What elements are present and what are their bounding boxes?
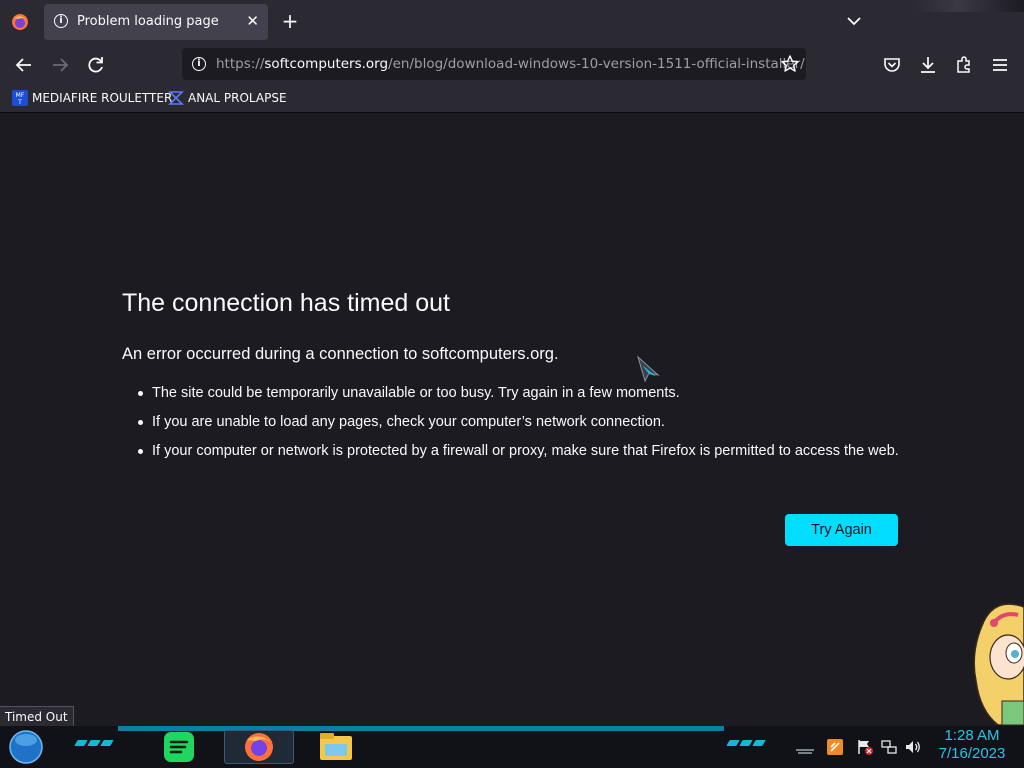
taskbar: 1:28 AM 7/16/2023 <box>0 726 1024 768</box>
url-scheme: https:// <box>216 56 265 72</box>
bookmark-label: MEDIAFIRE ROULETTER <box>32 91 173 105</box>
clock-time: 1:28 AM <box>944 727 1000 744</box>
url-path: /en/blog/download-windows-10-version-151… <box>388 56 805 72</box>
url-bar[interactable]: i https://softcomputers.org/en/blog/down… <box>182 48 806 80</box>
tab-title: Problem loading page <box>77 14 219 29</box>
start-button[interactable] <box>7 729 45 765</box>
tab-active[interactable]: i Problem loading page ✕ <box>44 4 268 40</box>
error-page: The connection has timed out An error oc… <box>0 113 1024 725</box>
chevron-down-icon[interactable] <box>845 12 863 30</box>
back-button[interactable] <box>13 54 35 76</box>
url-host: softcomputers.org <box>264 56 389 72</box>
keyboard-icon[interactable] <box>794 738 816 756</box>
bookmark-anal-prolapse[interactable]: ANAL PROLAPSE <box>168 89 288 107</box>
navigation-toolbar: i https://softcomputers.org/en/blog/down… <box>0 44 1024 84</box>
spotify-icon[interactable] <box>158 730 200 764</box>
taskbar-glow <box>118 726 724 731</box>
taskbar-decoration-left <box>74 740 116 748</box>
cartoon-character-sticker <box>973 603 1024 725</box>
info-icon: i <box>54 14 68 28</box>
new-tab-button[interactable]: + <box>280 10 300 32</box>
app-tray-icon[interactable] <box>826 738 844 756</box>
hamburger-menu-icon[interactable] <box>989 54 1011 76</box>
error-subtitle: An error occurred during a connection to… <box>122 345 559 363</box>
list-item: The site could be temporarily unavailabl… <box>138 383 912 403</box>
bookmark-star-icon[interactable] <box>780 54 800 74</box>
firefox-icon[interactable] <box>11 13 29 31</box>
error-suggestions: The site could be temporarily unavailabl… <box>138 383 912 470</box>
site-info-icon[interactable]: i <box>192 57 206 71</box>
downloads-icon[interactable] <box>917 54 939 76</box>
forward-button[interactable] <box>49 54 71 76</box>
status-panel: Timed Out <box>0 706 74 728</box>
network-icon[interactable] <box>880 738 898 756</box>
bookmark-mediafire[interactable]: MF T MEDIAFIRE ROULETTER <box>12 89 172 107</box>
tab-close-button[interactable]: ✕ <box>246 12 259 30</box>
firefox-icon[interactable] <box>238 730 280 764</box>
sigma-icon <box>168 91 184 105</box>
url-text[interactable]: https://softcomputers.org/en/blog/downlo… <box>216 56 805 72</box>
tab-strip: i Problem loading page ✕ + <box>0 0 1024 44</box>
mediafire-icon: MF T <box>12 90 28 106</box>
svg-text:MF: MF <box>16 92 25 99</box>
reload-button[interactable] <box>85 54 107 76</box>
volume-icon[interactable] <box>904 738 922 756</box>
system-clock[interactable]: 1:28 AM 7/16/2023 <box>928 727 1016 763</box>
file-explorer-icon[interactable] <box>315 730 357 764</box>
try-again-button[interactable]: Try Again <box>785 514 898 546</box>
svg-text:T: T <box>17 99 22 106</box>
error-title: The connection has timed out <box>122 289 450 317</box>
taskbar-decoration-right <box>726 740 768 748</box>
bookmarks-toolbar: MF T MEDIAFIRE ROULETTER ANAL PROLAPSE <box>0 84 1024 113</box>
window-decoration <box>914 0 1024 12</box>
flag-icon[interactable] <box>856 738 874 756</box>
pocket-icon[interactable] <box>881 54 903 76</box>
extensions-icon[interactable] <box>953 54 975 76</box>
clock-date: 7/16/2023 <box>938 745 1006 762</box>
list-item: If your computer or network is protected… <box>138 441 912 461</box>
list-item: If you are unable to load any pages, che… <box>138 412 912 432</box>
bookmark-label: ANAL PROLAPSE <box>188 91 287 105</box>
mouse-cursor-icon <box>637 355 660 383</box>
